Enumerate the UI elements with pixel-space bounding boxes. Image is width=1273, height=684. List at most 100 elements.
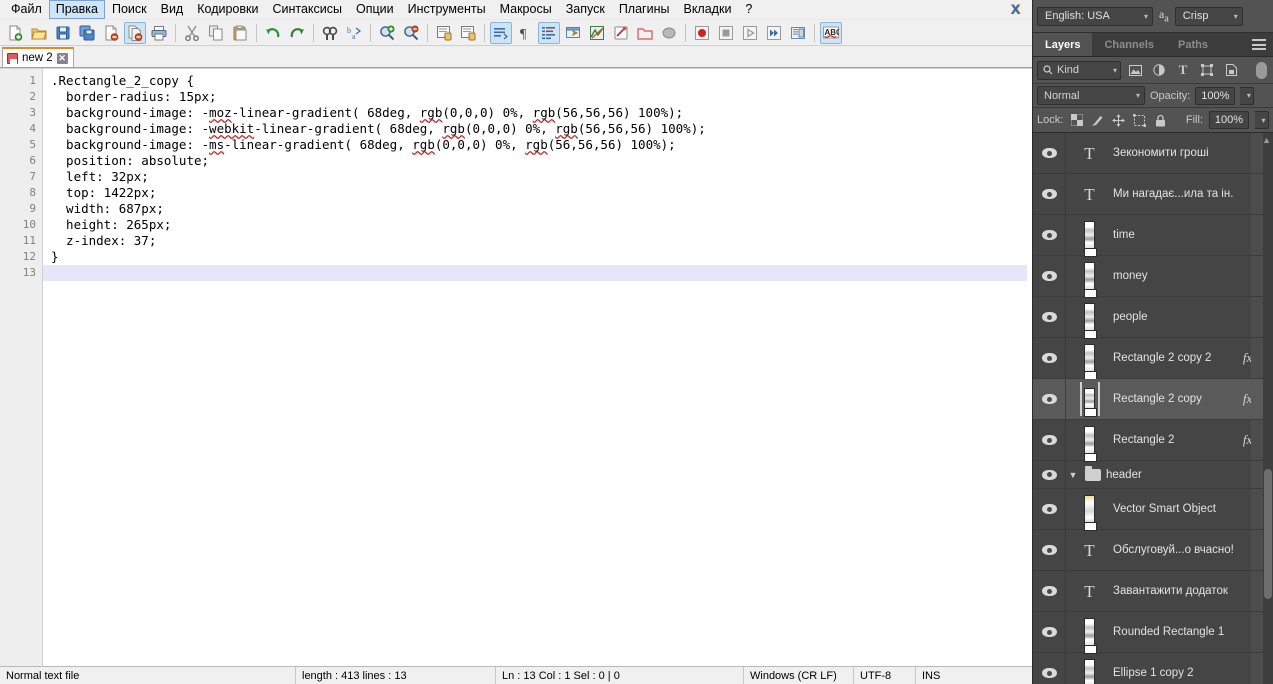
layer-visibility-eye-icon[interactable] bbox=[1033, 489, 1066, 529]
document-tab-new-2[interactable]: new 2 ✕ bbox=[2, 47, 74, 67]
code-line[interactable]: z-index: 37; bbox=[51, 233, 1032, 249]
layers-scrollbar[interactable]: ▲ bbox=[1262, 133, 1273, 684]
layer-visibility-eye-icon[interactable] bbox=[1033, 133, 1066, 173]
layer-visibility-eye-icon[interactable] bbox=[1033, 174, 1066, 214]
close-all-files-icon[interactable] bbox=[124, 21, 146, 44]
panel-tab-channels[interactable]: Channels bbox=[1092, 33, 1166, 56]
layer-row[interactable]: T Обслуговуй...о вчасно! bbox=[1033, 530, 1273, 571]
function-list-icon[interactable] bbox=[610, 22, 632, 44]
layer-row[interactable]: time bbox=[1033, 215, 1273, 257]
document-map-icon[interactable] bbox=[586, 22, 608, 44]
code-text-area[interactable]: .Rectangle_2_copy { border-radius: 15px;… bbox=[43, 69, 1032, 666]
code-line[interactable]: position: absolute; bbox=[51, 153, 1032, 169]
folder-as-workspace-icon[interactable] bbox=[634, 22, 656, 44]
layer-visibility-eye-icon[interactable] bbox=[1033, 297, 1066, 337]
layer-row[interactable]: Rounded Rectangle 1 bbox=[1033, 612, 1273, 654]
layer-visibility-eye-icon[interactable] bbox=[1033, 461, 1066, 488]
adjustment-layer-filter-icon[interactable] bbox=[1149, 61, 1169, 80]
lock-image-pixels-icon[interactable] bbox=[1090, 113, 1105, 128]
open-file-icon[interactable] bbox=[28, 22, 50, 44]
code-line[interactable]: background-image: -ms-linear-gradient( 6… bbox=[51, 137, 1032, 153]
layers-list[interactable]: T Зекономити гроші T Ми нагадає...ила та ін… bbox=[1033, 133, 1273, 684]
cut-icon[interactable] bbox=[181, 22, 203, 44]
layer-row[interactable]: T Зекономити гроші bbox=[1033, 133, 1273, 174]
layer-visibility-eye-icon[interactable] bbox=[1033, 653, 1066, 684]
code-line[interactable]: left: 32px; bbox=[51, 169, 1032, 185]
sync-horizontal-scroll-icon[interactable] bbox=[457, 22, 479, 44]
code-line[interactable]: background-image: -moz-linear-gradient( … bbox=[51, 105, 1032, 121]
filter-toggle-switch[interactable] bbox=[1256, 61, 1267, 79]
zoom-out-icon[interactable] bbox=[400, 22, 422, 44]
zoom-in-icon[interactable] bbox=[376, 22, 398, 44]
paste-icon[interactable] bbox=[229, 22, 251, 44]
layer-row[interactable]: Rectangle 2 copy 2fx⌄ bbox=[1033, 338, 1273, 380]
spell-check-icon[interactable]: ABC bbox=[820, 21, 842, 44]
menu-encoding[interactable]: Кодировки bbox=[190, 0, 265, 19]
code-line[interactable]: background-image: -webkit-linear-gradien… bbox=[51, 121, 1032, 137]
new-file-icon[interactable] bbox=[4, 22, 26, 44]
monitoring-icon[interactable] bbox=[658, 22, 680, 44]
opacity-input[interactable]: 100% bbox=[1195, 86, 1236, 105]
layer-visibility-eye-icon[interactable] bbox=[1033, 215, 1066, 255]
shape-layer-filter-icon[interactable] bbox=[1197, 61, 1217, 80]
layer-row[interactable]: Ellipse 1 copy 2 bbox=[1033, 653, 1273, 684]
panel-tab-paths[interactable]: Paths bbox=[1166, 33, 1220, 56]
replace-icon[interactable]: ba bbox=[343, 22, 365, 44]
code-line[interactable]: } bbox=[51, 249, 1032, 265]
smart-object-filter-icon[interactable] bbox=[1221, 61, 1241, 80]
layer-row[interactable]: ▼ header bbox=[1033, 461, 1273, 489]
record-macro-icon[interactable] bbox=[691, 22, 713, 44]
group-expand-chevron-icon[interactable]: ▼ bbox=[1066, 470, 1080, 480]
layer-visibility-eye-icon[interactable] bbox=[1033, 612, 1066, 652]
save-icon[interactable] bbox=[52, 22, 74, 44]
menu-plugins[interactable]: Плагины bbox=[612, 0, 677, 19]
tab-close-icon[interactable]: ✕ bbox=[56, 52, 68, 64]
close-document-icon[interactable]: X bbox=[1007, 1, 1024, 17]
layer-visibility-eye-icon[interactable] bbox=[1033, 530, 1066, 570]
menu-view[interactable]: Вид bbox=[154, 0, 191, 19]
menu-window[interactable]: Вкладки bbox=[676, 0, 738, 19]
lock-transparent-pixels-icon[interactable] bbox=[1069, 113, 1084, 128]
opacity-stepper-icon[interactable]: ▾ bbox=[1240, 86, 1255, 105]
layer-row[interactable]: Vector Smart Object bbox=[1033, 489, 1273, 531]
stop-recording-icon[interactable] bbox=[715, 22, 737, 44]
lock-artboard-nesting-icon[interactable] bbox=[1132, 113, 1147, 128]
layer-row[interactable]: people bbox=[1033, 297, 1273, 339]
layer-visibility-eye-icon[interactable] bbox=[1033, 571, 1066, 611]
layer-visibility-eye-icon[interactable] bbox=[1033, 338, 1066, 378]
undo-icon[interactable] bbox=[262, 22, 284, 44]
word-wrap-icon[interactable] bbox=[490, 21, 512, 44]
layer-visibility-eye-icon[interactable] bbox=[1033, 379, 1066, 419]
code-line[interactable]: .Rectangle_2_copy { bbox=[51, 73, 1032, 89]
menu-tools[interactable]: Инструменты bbox=[401, 0, 493, 19]
print-icon[interactable] bbox=[148, 22, 170, 44]
indent-guideline-icon[interactable] bbox=[538, 21, 560, 44]
user-defined-dialog-icon[interactable] bbox=[562, 22, 584, 44]
layer-row[interactable]: T Завантажити додаток bbox=[1033, 571, 1273, 612]
layer-row[interactable]: T Ми нагадає...ила та ін. bbox=[1033, 174, 1273, 215]
run-macro-multiple-icon[interactable] bbox=[763, 22, 785, 44]
playback-macro-icon[interactable] bbox=[739, 22, 761, 44]
menu-help[interactable]: ? bbox=[738, 0, 759, 19]
copy-icon[interactable] bbox=[205, 22, 227, 44]
editor-area[interactable]: 1 2 3 4 5 6 7 8 9 10 11 12 13 .Rectangle_2_copy { bo… bbox=[0, 68, 1032, 666]
find-icon[interactable] bbox=[319, 22, 341, 44]
layer-visibility-eye-icon[interactable] bbox=[1033, 420, 1066, 460]
layer-visibility-eye-icon[interactable] bbox=[1033, 256, 1066, 296]
save-macro-icon[interactable] bbox=[787, 22, 809, 44]
pixel-layer-filter-icon[interactable] bbox=[1125, 61, 1145, 80]
layer-row[interactable]: money bbox=[1033, 256, 1273, 298]
type-layer-filter-icon[interactable]: T bbox=[1173, 61, 1193, 80]
panel-menu-icon[interactable] bbox=[1252, 39, 1266, 50]
menu-run[interactable]: Запуск bbox=[559, 0, 612, 19]
lock-position-icon[interactable] bbox=[1111, 113, 1126, 128]
menu-file[interactable]: Файл bbox=[4, 0, 49, 19]
language-select[interactable]: English: USA ▾ bbox=[1037, 6, 1153, 26]
lock-all-icon[interactable] bbox=[1153, 113, 1168, 128]
menu-settings[interactable]: Опции bbox=[349, 0, 401, 19]
antialias-select[interactable]: Crisp ▾ bbox=[1174, 6, 1243, 26]
code-line[interactable]: border-radius: 15px; bbox=[51, 89, 1032, 105]
code-line[interactable]: top: 1422px; bbox=[51, 185, 1032, 201]
code-line[interactable]: height: 265px; bbox=[51, 217, 1032, 233]
filter-kind-select[interactable]: Kind ▾ bbox=[1037, 60, 1121, 80]
